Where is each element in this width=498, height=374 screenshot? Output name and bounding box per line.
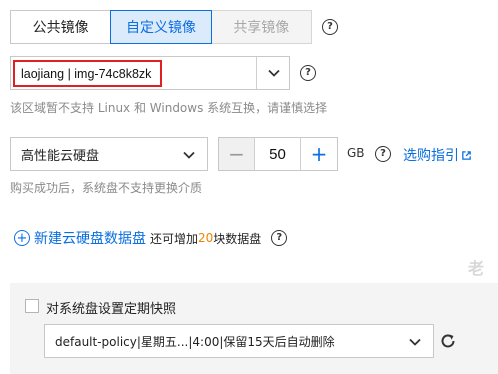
tab-custom-image[interactable]: 自定义镜像 bbox=[110, 10, 212, 44]
add-data-disk-row: + 新建云硬盘数据盘 还可增加 20 块数据盘 ? bbox=[14, 228, 288, 248]
data-disk-remaining-suffix: 块数据盘 bbox=[213, 231, 262, 246]
add-data-disk-link[interactable]: 新建云硬盘数据盘 bbox=[34, 228, 146, 248]
data-disk-help-icon[interactable]: ? bbox=[271, 230, 288, 246]
selected-image-value: laojiang | img-74c8k8zk bbox=[13, 60, 162, 87]
purchase-guide-link[interactable]: 选购指引 bbox=[403, 145, 472, 165]
system-disk-size-stepper: − 50 + bbox=[218, 137, 338, 171]
add-circle-icon[interactable]: + bbox=[14, 230, 30, 246]
snapshot-checkbox-label: 对系统盘设置定期快照 bbox=[46, 302, 177, 317]
increase-button[interactable]: + bbox=[301, 138, 337, 170]
system-disk-hint: 购买成功后，系统盘不支持更换介质 bbox=[10, 181, 203, 195]
image-type-help-icon[interactable]: ? bbox=[322, 19, 338, 35]
chevron-down-icon bbox=[183, 151, 195, 159]
data-disk-remaining-prefix: 还可增加 bbox=[150, 231, 199, 246]
data-disk-remaining-count: 20 bbox=[198, 231, 214, 245]
snapshot-checkbox[interactable] bbox=[25, 299, 39, 313]
chevron-down-icon bbox=[268, 69, 280, 77]
image-hint: 该区域暂不支持 Linux 和 Windows 系统互换，请谨慎选择 bbox=[10, 101, 328, 115]
tab-public-image[interactable]: 公共镜像 bbox=[10, 10, 112, 44]
tab-shared-image[interactable]: 共享镜像 bbox=[210, 10, 312, 44]
snapshot-policy-value: default-policy|星期五...|4:00|保留15天后自动删除 bbox=[55, 334, 335, 349]
disk-help-icon[interactable]: ? bbox=[375, 146, 391, 162]
watermark: 老 bbox=[468, 259, 485, 278]
chevron-down-icon bbox=[409, 338, 421, 346]
refresh-icon[interactable] bbox=[438, 331, 458, 351]
snapshot-policy-select[interactable]: default-policy|星期五...|4:00|保留15天后自动删除 bbox=[44, 324, 434, 358]
image-type-tabs: 公共镜像 自定义镜像 共享镜像 bbox=[10, 10, 312, 44]
external-link-icon bbox=[462, 150, 471, 160]
system-disk-type-value: 高性能云硬盘 bbox=[21, 148, 100, 164]
disk-size-input[interactable]: 50 bbox=[255, 138, 301, 170]
image-help-icon[interactable]: ? bbox=[300, 65, 316, 81]
system-disk-type-select[interactable]: 高性能云硬盘 bbox=[10, 137, 208, 171]
disk-size-unit: GB bbox=[347, 146, 365, 160]
purchase-guide-label: 选购指引 bbox=[403, 148, 459, 164]
select-divider bbox=[256, 57, 257, 89]
decrease-button[interactable]: − bbox=[219, 138, 255, 170]
